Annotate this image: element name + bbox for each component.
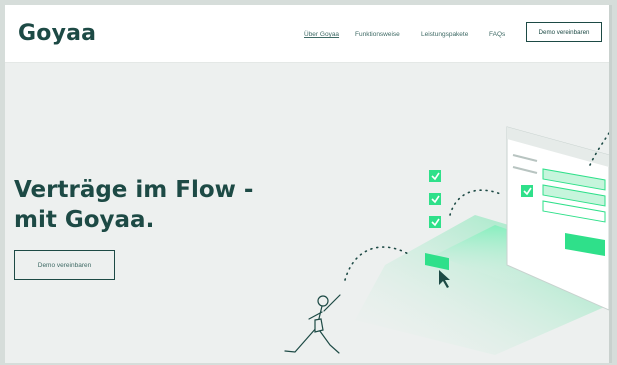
hero-illustration [284,126,609,355]
demo-button-hero[interactable]: Demo vereinbaren [14,250,115,280]
nav-link-leistungspakete[interactable]: Leistungspakete [421,31,468,38]
top-navigation: Goyaa Über Goyaa Funktionsweise Leistung… [5,5,609,63]
nav-link-funktionsweise[interactable]: Funktionsweise [355,31,400,38]
dotted-path-2 [449,189,504,216]
nav-link-ueber-goyaa[interactable]: Über Goyaa [304,31,339,38]
person-illustration [284,294,341,354]
logo[interactable]: Goyaa [18,21,96,46]
checkbox-stack-illustration [429,170,441,228]
nav-link-faqs[interactable]: FAQs [489,31,505,38]
browser-viewport: Goyaa Über Goyaa Funktionsweise Leistung… [5,5,612,363]
demo-button-header[interactable]: Demo vereinbaren [526,22,602,42]
